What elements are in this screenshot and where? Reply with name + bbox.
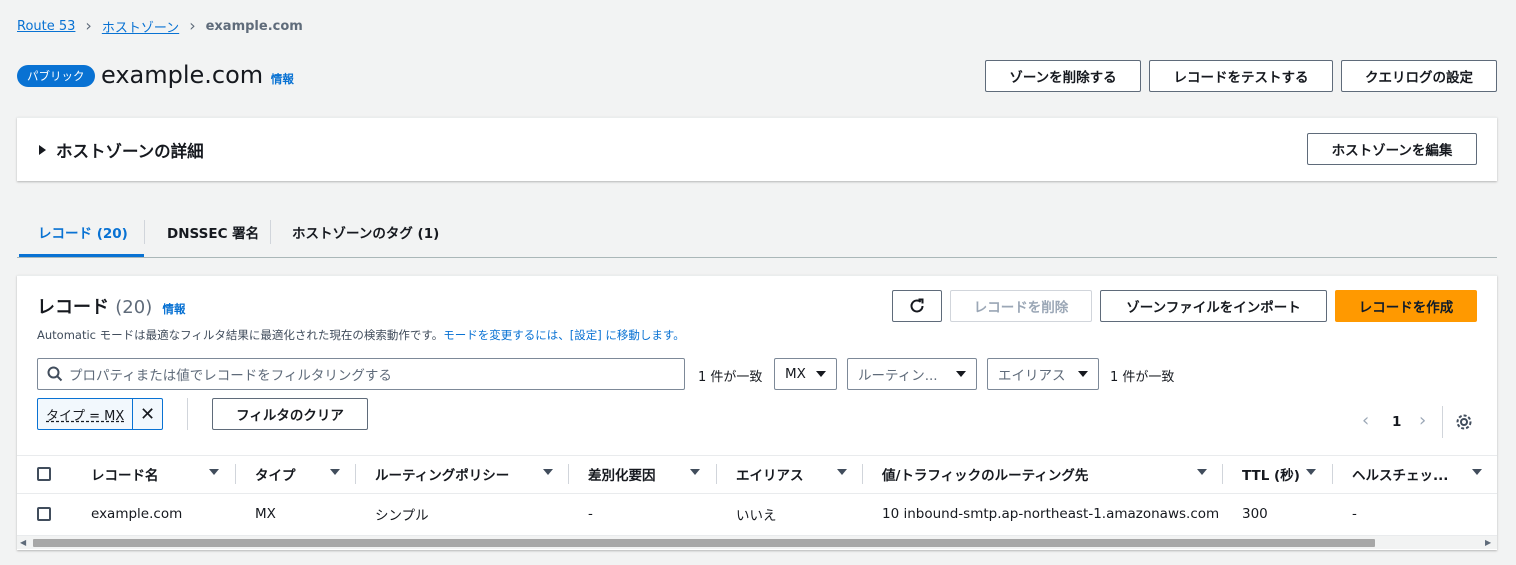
chevron-right-icon[interactable]: › xyxy=(1419,410,1426,431)
search-placeholder: プロパティまたは値でレコードをフィルタリングする xyxy=(69,368,392,384)
routing-filter-select[interactable]: ルーティン... xyxy=(847,358,977,390)
horizontal-scrollbar[interactable]: ◀ ▶ xyxy=(17,535,1497,549)
close-icon[interactable]: ✕ xyxy=(132,399,162,429)
public-badge: パブリック xyxy=(17,65,95,87)
col-routing-policy[interactable]: ルーティングポリシー xyxy=(375,455,509,493)
refresh-icon xyxy=(910,298,924,313)
active-tab-indicator xyxy=(19,254,144,257)
cell-health-check: - xyxy=(1352,506,1357,522)
select-all-checkbox[interactable] xyxy=(37,467,51,481)
sort-caret-icon[interactable] xyxy=(837,469,847,475)
caret-down-icon xyxy=(1078,371,1088,377)
chevron-right-icon: › xyxy=(189,16,196,35)
search-input[interactable]: プロパティまたは値でレコードをフィルタリングする xyxy=(37,358,685,390)
search-icon xyxy=(47,366,63,382)
refresh-button[interactable] xyxy=(892,290,942,322)
import-zone-file-button[interactable]: ゾーンファイルをインポート xyxy=(1100,290,1327,322)
records-count: (20) xyxy=(115,297,153,318)
column-divider xyxy=(862,464,863,484)
breadcrumb-route53[interactable]: Route 53 xyxy=(17,19,75,34)
sort-caret-icon[interactable] xyxy=(690,469,700,475)
column-divider xyxy=(355,464,356,484)
cell-routing-policy: シンプル xyxy=(375,508,429,524)
page-number[interactable]: 1 xyxy=(1392,414,1401,430)
breadcrumb-hosted-zones[interactable]: ホストゾーン xyxy=(102,17,179,36)
sort-caret-icon[interactable] xyxy=(1472,469,1482,475)
tab-tags[interactable]: ホストゾーンのタグ (1) xyxy=(292,206,439,257)
chevron-right-icon: › xyxy=(85,16,92,35)
col-value[interactable]: 値/トラフィックのルーティング先 xyxy=(882,455,1088,493)
caret-right-icon xyxy=(39,145,46,155)
col-alias[interactable]: エイリアス xyxy=(736,455,804,493)
records-heading: レコード (20) 情報 xyxy=(37,293,186,319)
col-type[interactable]: タイプ xyxy=(255,455,296,493)
query-logging-button[interactable]: クエリログの設定 xyxy=(1341,60,1497,92)
column-divider xyxy=(235,464,236,484)
tab-dnssec[interactable]: DNSSEC 署名 xyxy=(167,206,259,257)
clear-filters-button[interactable]: フィルタのクリア xyxy=(212,398,368,430)
cell-record-name: example.com xyxy=(91,506,183,522)
divider xyxy=(1442,406,1443,438)
sort-caret-icon[interactable] xyxy=(209,469,219,475)
tab-divider xyxy=(270,220,271,244)
test-record-button[interactable]: レコードをテストする xyxy=(1149,60,1333,92)
scroll-right-icon[interactable]: ▶ xyxy=(1485,538,1491,547)
row-checkbox[interactable] xyxy=(37,507,51,521)
sort-caret-icon[interactable] xyxy=(1197,469,1207,475)
sort-caret-icon[interactable] xyxy=(543,469,553,475)
info-link[interactable]: 情報 xyxy=(271,72,294,86)
tab-bar: レコード (20) DNSSEC 署名 ホストゾーンのタグ (1) xyxy=(17,206,1497,258)
column-divider xyxy=(716,464,717,484)
cell-differentiator: - xyxy=(588,506,593,522)
sort-caret-icon[interactable] xyxy=(1306,469,1316,475)
gear-icon[interactable] xyxy=(1455,413,1473,431)
filter-match-count: 1 件が一致 xyxy=(1110,370,1175,385)
records-title: レコード xyxy=(37,297,109,318)
settings-link[interactable]: モードを変更するには、[設定] に移動します。 xyxy=(443,328,684,342)
header-divider xyxy=(17,493,1497,494)
column-divider xyxy=(1222,464,1223,484)
col-record-name[interactable]: レコード名 xyxy=(91,455,159,493)
page-title: example.com 情報 xyxy=(101,58,294,96)
cell-value: 10 inbound-smtp.ap-northeast-1.amazonaws… xyxy=(882,506,1220,522)
scrollbar-thumb[interactable] xyxy=(33,539,1375,547)
breadcrumb: Route 53 › ホストゾーン › example.com xyxy=(17,16,303,36)
sort-caret-icon[interactable] xyxy=(330,469,340,475)
cell-type: MX xyxy=(255,506,276,522)
records-info-link[interactable]: 情報 xyxy=(163,302,186,316)
divider xyxy=(187,398,188,430)
edit-hosted-zone-button[interactable]: ホストゾーンを編集 xyxy=(1307,133,1477,165)
caret-down-icon xyxy=(816,371,826,377)
match-count: 1 件が一致 xyxy=(698,370,763,385)
col-differentiator[interactable]: 差別化要因 xyxy=(588,455,656,493)
column-divider xyxy=(568,464,569,484)
delete-record-button[interactable]: レコードを削除 xyxy=(950,290,1092,322)
delete-zone-button[interactable]: ゾーンを削除する xyxy=(985,60,1141,92)
chevron-left-icon[interactable]: ‹ xyxy=(1362,410,1369,431)
breadcrumb-current: example.com xyxy=(205,18,303,34)
cell-alias: いいえ xyxy=(736,508,777,524)
details-title: ホストゾーンの詳細 xyxy=(56,142,204,161)
col-ttl[interactable]: TTL (秒) xyxy=(1242,455,1300,493)
tab-divider xyxy=(144,220,145,244)
col-health-check[interactable]: ヘルスチェッ... xyxy=(1352,455,1448,493)
hosted-zone-details-panel: ホストゾーンの詳細 ホストゾーンを編集 xyxy=(17,117,1497,181)
zone-name: example.com xyxy=(101,61,264,89)
cell-ttl: 300 xyxy=(1242,506,1268,522)
filter-token: タイプ = MX ✕ xyxy=(37,398,163,430)
column-divider xyxy=(1332,464,1333,484)
tab-records[interactable]: レコード (20) xyxy=(38,206,128,257)
filter-token-label: タイプ = MX xyxy=(46,408,125,424)
caret-down-icon xyxy=(956,371,966,377)
create-record-button[interactable]: レコードを作成 xyxy=(1335,290,1477,322)
scroll-left-icon[interactable]: ◀ xyxy=(20,538,26,547)
type-filter-select[interactable]: MX xyxy=(774,358,837,390)
alias-filter-select[interactable]: エイリアス xyxy=(987,358,1099,390)
details-toggle[interactable]: ホストゾーンの詳細 xyxy=(39,138,204,162)
records-description: Automatic モードは最適なフィルタ結果に最適化された現在の検索動作です。… xyxy=(37,328,685,342)
